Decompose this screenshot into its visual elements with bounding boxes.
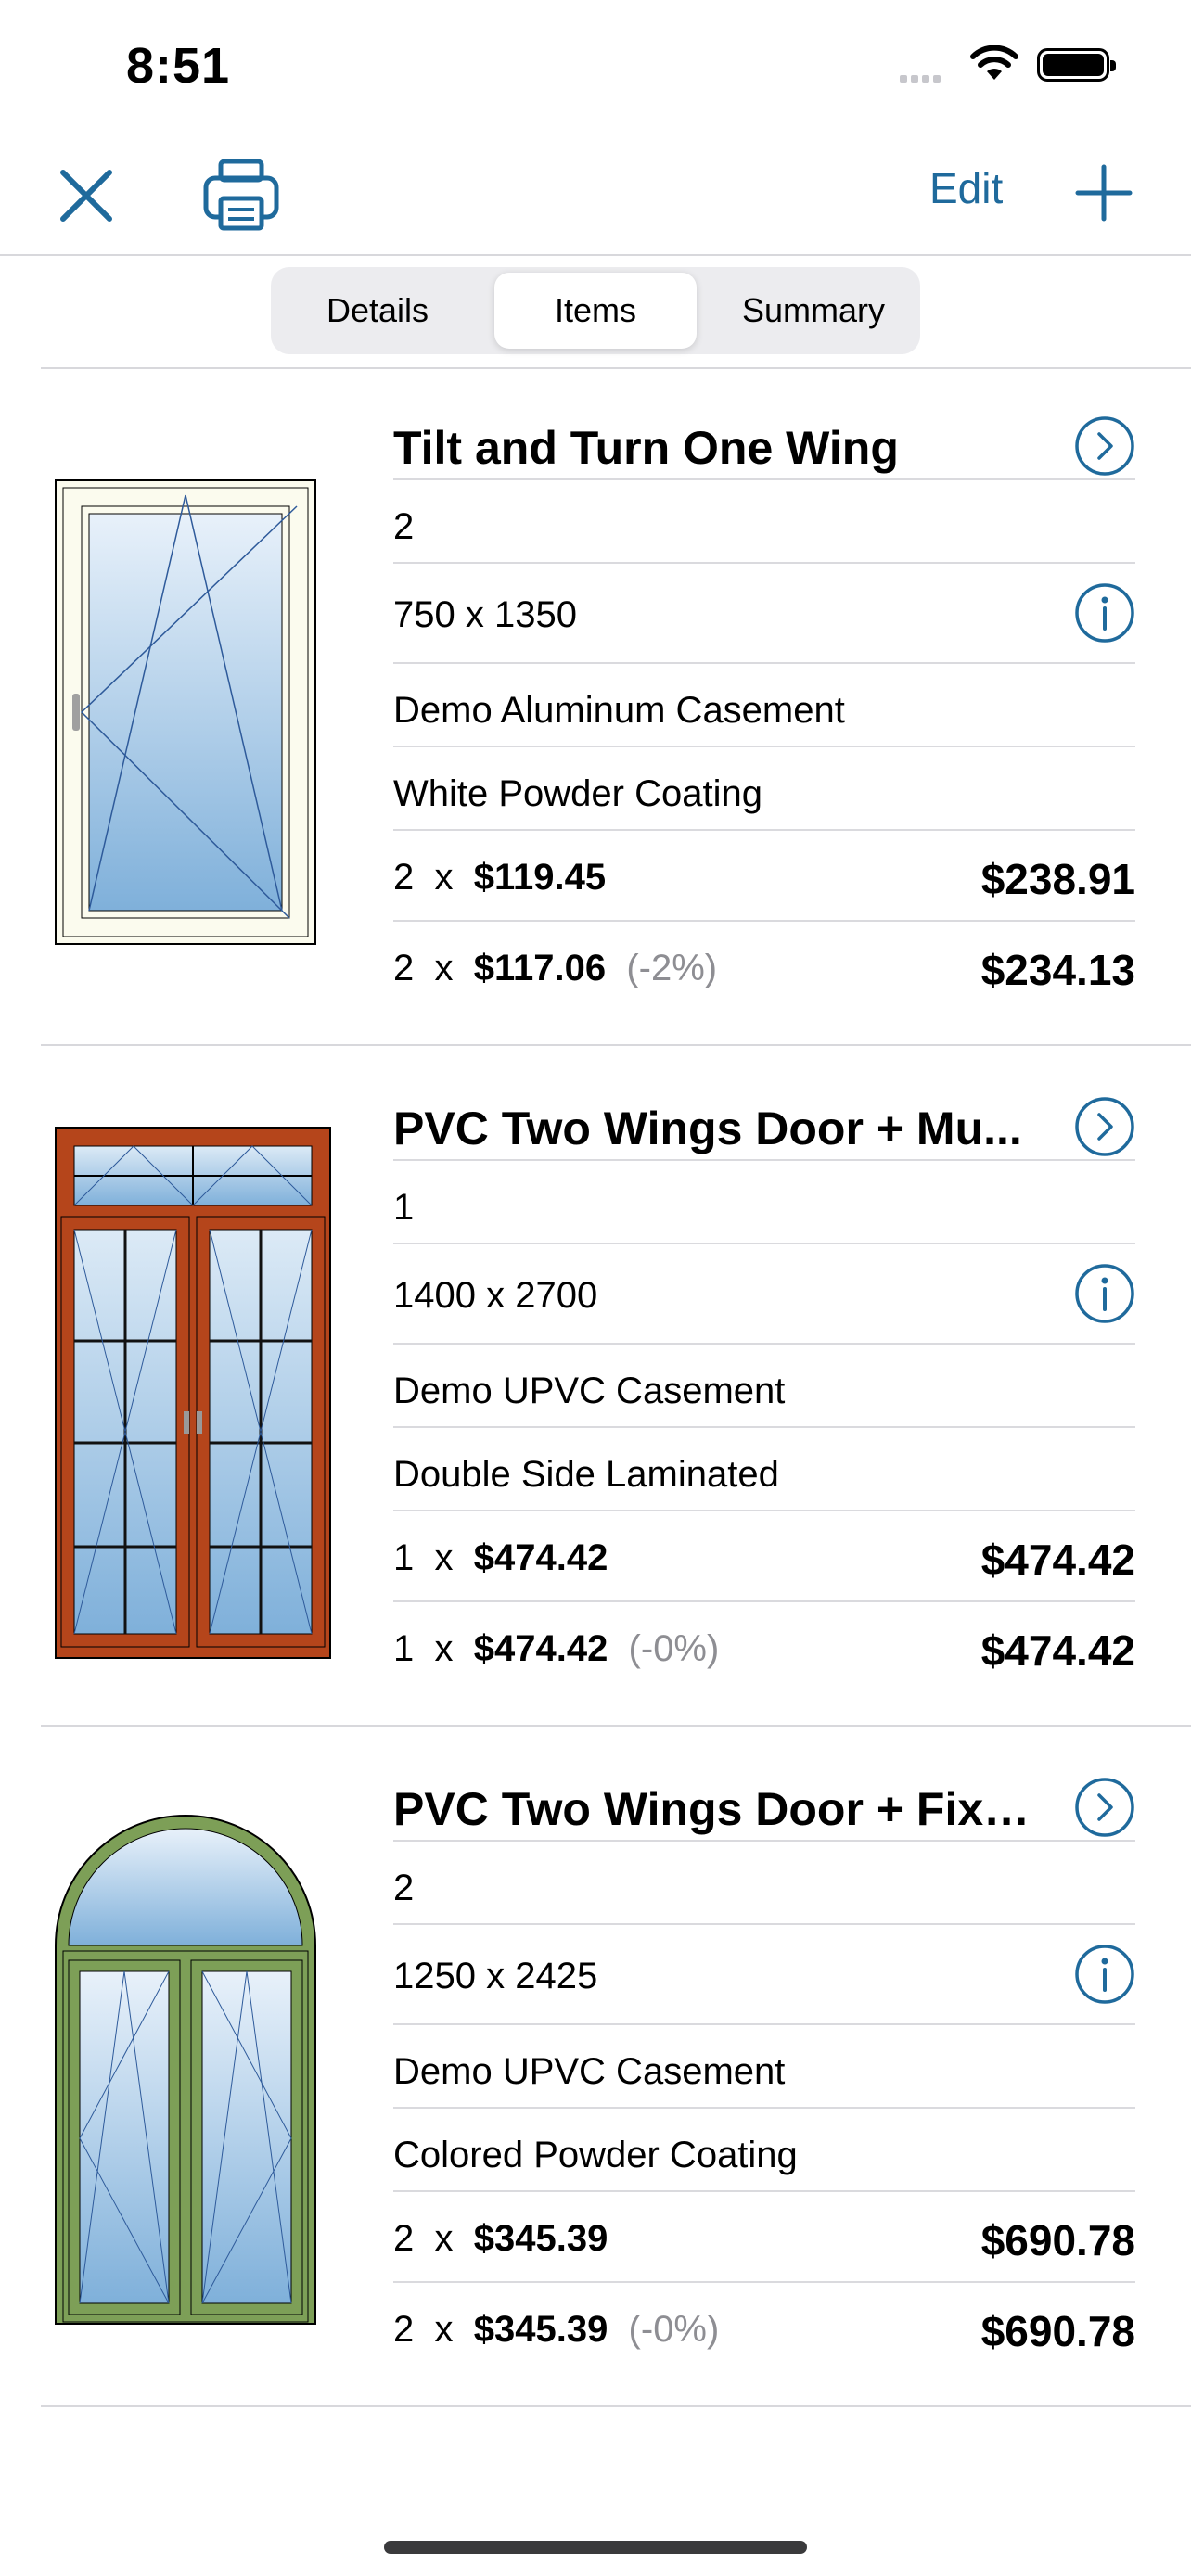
item-title: Tilt and Turn One Wing bbox=[393, 422, 899, 474]
price-qty: 2 bbox=[393, 857, 415, 898]
item-title: PVC Two Wings Door + Fixe... bbox=[393, 1783, 1043, 1835]
unit-price: $119.45 bbox=[473, 857, 607, 898]
item-finish: Colored Powder Coating bbox=[393, 2135, 798, 2175]
item-finish: White Powder Coating bbox=[393, 773, 762, 814]
line-total: $234.13 bbox=[980, 946, 1135, 994]
unit-price: $474.42 bbox=[473, 1628, 608, 1669]
price-qty: 1 bbox=[393, 1537, 415, 1578]
divider bbox=[41, 1725, 1191, 1727]
discount-row: 1 x $474.42 (-0%) $474.42 bbox=[393, 1602, 1135, 1693]
price-row: 2 x $119.45 $238.91 bbox=[393, 831, 1135, 922]
info-icon[interactable] bbox=[1074, 582, 1135, 644]
edit-button[interactable]: Edit bbox=[929, 163, 1003, 213]
tab-items[interactable]: Items bbox=[494, 273, 697, 349]
discount-percent: (-0%) bbox=[628, 2309, 720, 2350]
info-icon[interactable] bbox=[1074, 1944, 1135, 2005]
status-bar: 8:51 bbox=[0, 0, 1191, 130]
tab-summary[interactable]: Summary bbox=[712, 273, 915, 349]
unit-price: $345.39 bbox=[473, 2309, 608, 2350]
item-finish: Double Side Laminated bbox=[393, 1454, 779, 1495]
price-times: x bbox=[434, 2218, 454, 2259]
item-dimensions: 750 x 1350 bbox=[393, 594, 577, 635]
line-total: $238.91 bbox=[980, 855, 1135, 903]
segmented-control: Details Items Summary bbox=[271, 267, 920, 354]
divider bbox=[41, 1044, 1191, 1046]
price-times: x bbox=[434, 857, 454, 898]
item-quantity: 2 bbox=[393, 1868, 415, 1908]
list-item[interactable]: PVC Two Wings Door + Fixe... 2 1250 x 24… bbox=[0, 1749, 1191, 2429]
item-title: PVC Two Wings Door + Mu... bbox=[393, 1103, 1022, 1154]
item-quantity: 2 bbox=[393, 506, 415, 547]
close-icon[interactable] bbox=[54, 163, 119, 228]
item-series: Demo UPVC Casement bbox=[393, 2051, 786, 2092]
printer-icon[interactable] bbox=[202, 158, 280, 232]
navigation-bar: Edit bbox=[0, 130, 1191, 256]
item-series: Demo Aluminum Casement bbox=[393, 690, 845, 731]
item-series: Demo UPVC Casement bbox=[393, 1371, 786, 1411]
unit-price: $345.39 bbox=[473, 2218, 608, 2259]
unit-price: $474.42 bbox=[473, 1537, 608, 1578]
line-total: $690.78 bbox=[980, 2307, 1135, 2355]
chevron-right-circle-icon[interactable] bbox=[1074, 415, 1135, 477]
list-item[interactable]: Tilt and Turn One Wing 2 750 x 1350 Demo… bbox=[0, 388, 1191, 1068]
item-quantity: 1 bbox=[393, 1187, 415, 1228]
tab-details[interactable]: Details bbox=[276, 273, 479, 349]
list-item[interactable]: PVC Two Wings Door + Mu... 1 1400 x 2700… bbox=[0, 1068, 1191, 1749]
price-row: 2 x $345.39 $690.78 bbox=[393, 2192, 1135, 2283]
price-times: x bbox=[434, 1537, 454, 1578]
battery-icon bbox=[1037, 48, 1116, 82]
wifi-icon bbox=[970, 45, 1018, 80]
divider bbox=[41, 2405, 1191, 2407]
price-times: x bbox=[434, 948, 454, 988]
price-times: x bbox=[434, 2309, 454, 2350]
door-thumbnail bbox=[55, 1127, 331, 1659]
discount-percent: (-2%) bbox=[626, 948, 718, 988]
price-row: 1 x $474.42 $474.42 bbox=[393, 1511, 1135, 1602]
info-icon[interactable] bbox=[1074, 1263, 1135, 1324]
price-qty: 1 bbox=[393, 1628, 415, 1669]
price-times: x bbox=[434, 1628, 454, 1669]
door-thumbnail bbox=[55, 1815, 316, 2325]
discount-row: 2 x $117.06 (-2%) $234.13 bbox=[393, 922, 1135, 1013]
status-time: 8:51 bbox=[126, 38, 231, 94]
item-dimensions: 1400 x 2700 bbox=[393, 1275, 598, 1316]
line-total: $474.42 bbox=[980, 1626, 1135, 1675]
price-qty: 2 bbox=[393, 948, 415, 988]
item-dimensions: 1250 x 2425 bbox=[393, 1956, 598, 1996]
discount-row: 2 x $345.39 (-0%) $690.78 bbox=[393, 2283, 1135, 2374]
add-icon[interactable] bbox=[1074, 163, 1133, 223]
cellular-signal-icon bbox=[900, 70, 944, 87]
unit-price: $117.06 bbox=[473, 948, 607, 988]
window-thumbnail bbox=[55, 479, 316, 945]
price-qty: 2 bbox=[393, 2309, 415, 2350]
home-indicator bbox=[384, 2541, 807, 2554]
line-total: $474.42 bbox=[980, 1536, 1135, 1584]
price-qty: 2 bbox=[393, 2218, 415, 2259]
chevron-right-circle-icon[interactable] bbox=[1074, 1096, 1135, 1157]
divider bbox=[41, 367, 1191, 369]
discount-percent: (-0%) bbox=[628, 1628, 720, 1669]
line-total: $690.78 bbox=[980, 2216, 1135, 2264]
chevron-right-circle-icon[interactable] bbox=[1074, 1777, 1135, 1838]
